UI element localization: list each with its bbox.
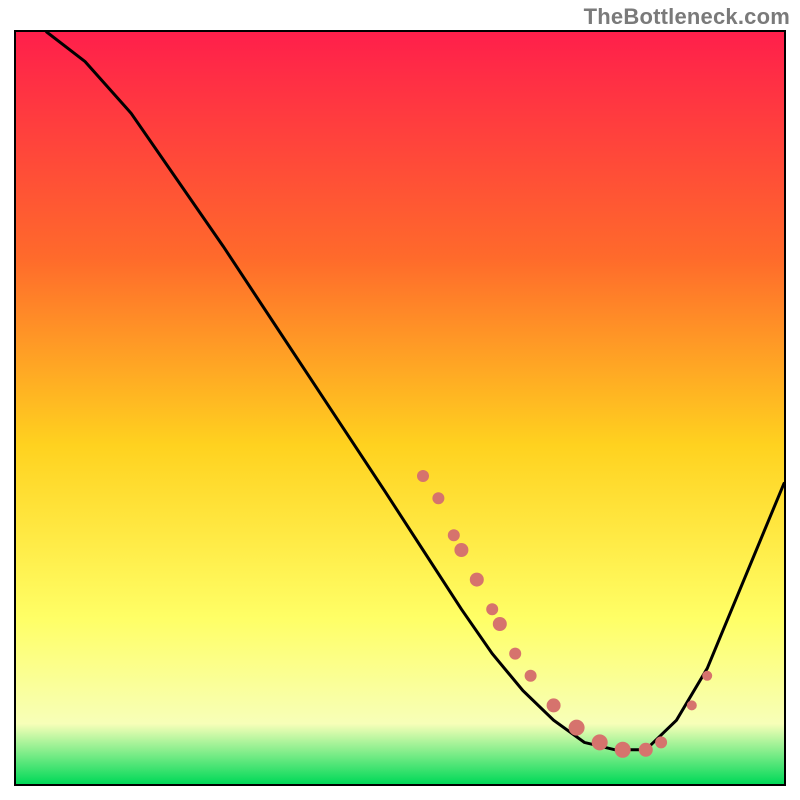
data-markers [16, 32, 784, 784]
chart-container: TheBottleneck.com [0, 0, 800, 800]
data-point [432, 492, 444, 504]
data-point [486, 603, 498, 615]
data-point [615, 742, 631, 758]
data-point [639, 743, 653, 757]
data-point [448, 529, 460, 541]
data-point [417, 470, 429, 482]
data-point [547, 698, 561, 712]
data-point [525, 670, 537, 682]
data-point [655, 736, 667, 748]
data-point [493, 617, 507, 631]
data-point [687, 700, 697, 710]
data-point [702, 671, 712, 681]
watermark-label: TheBottleneck.com [584, 4, 790, 30]
plot-area [14, 30, 786, 786]
data-point [509, 648, 521, 660]
data-point [454, 543, 468, 557]
data-point [569, 720, 585, 736]
data-point [470, 573, 484, 587]
data-point [592, 734, 608, 750]
